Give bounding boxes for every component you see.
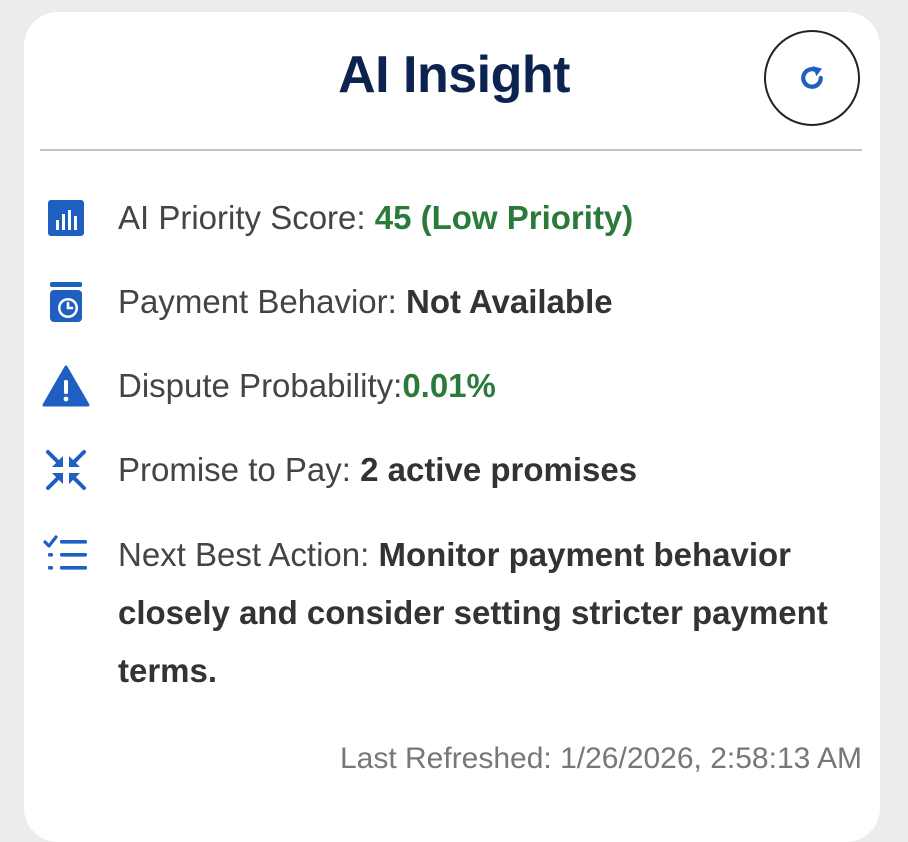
promise-to-pay-label: Promise to Pay: xyxy=(118,451,361,488)
compress-arrows-icon xyxy=(40,442,92,498)
promise-to-pay-value: 2 active promises xyxy=(360,451,638,488)
calendar-clock-icon xyxy=(40,274,92,330)
last-refreshed-timestamp: Last Refreshed: 1/26/2026, 2:58:13 AM xyxy=(339,742,862,775)
dispute-probability-value: 0.01% xyxy=(402,367,496,404)
checklist-icon xyxy=(40,526,92,582)
payment-behavior-label: Payment Behavior: xyxy=(118,283,406,320)
next-best-action-label: Next Best Action: xyxy=(118,536,379,573)
refresh-icon xyxy=(801,66,823,89)
payment-behavior-value: Not Available xyxy=(405,283,613,320)
priority-score-label: AI Priority Score: xyxy=(118,199,375,236)
dispute-probability-label: Dispute Probability: xyxy=(118,367,403,404)
ai-insight-card xyxy=(24,12,880,842)
priority-score-value: 45 (Low Priority) xyxy=(374,199,634,236)
refresh-button[interactable] xyxy=(764,30,860,126)
header-divider xyxy=(40,149,862,151)
bar-chart-icon xyxy=(40,190,92,246)
warning-icon xyxy=(40,358,92,414)
